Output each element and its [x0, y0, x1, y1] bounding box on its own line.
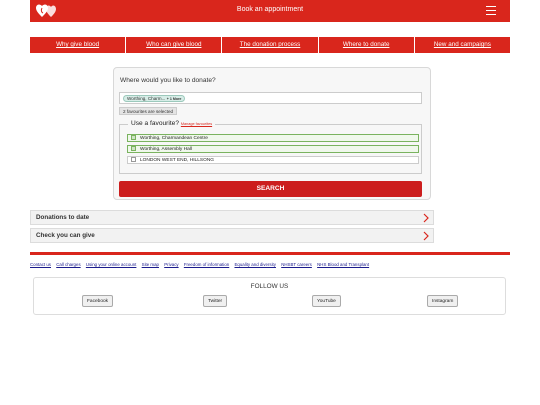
footer-link-call-charges[interactable]: Call charges: [56, 262, 80, 267]
favourites-count-badge: 2 favourites are selected: [119, 107, 178, 115]
nav-why-give-blood[interactable]: Why give blood: [30, 37, 127, 53]
footer-link-privacy[interactable]: Privacy: [164, 262, 178, 267]
page: Book an appointment Why give blood Who c…: [0, 0, 540, 405]
nav-who-can-give-blood[interactable]: Who can give blood: [126, 37, 223, 53]
accordion-check-you-can-give[interactable]: Check you can give: [30, 228, 434, 243]
favourite-item[interactable]: Worthing, Charmandean Centre: [127, 134, 419, 142]
footer-link-site-map[interactable]: Site map: [142, 262, 159, 267]
favourites-legend-label: Use a favourite?: [131, 120, 180, 127]
chevron-right-icon[interactable]: [422, 213, 430, 223]
page-title[interactable]: Book an appointment: [30, 6, 510, 13]
youtube-button[interactable]: YouTube: [312, 295, 341, 307]
footer-links: Contact us Call charges Using your onlin…: [30, 262, 510, 267]
footer-link-careers[interactable]: NHSBT careers: [281, 262, 312, 267]
search-button[interactable]: SEARCH: [119, 181, 422, 197]
nav-where-to-donate[interactable]: Where to donate: [319, 37, 415, 53]
favourites-fieldset: Use a favourite? Manage favourites Worth…: [119, 120, 422, 174]
location-question: Where would you like to donate?: [120, 77, 216, 84]
instagram-button[interactable]: Instagram: [427, 295, 459, 307]
search-card: Where would you like to donate? Worthing…: [113, 67, 431, 200]
favourites-legend: Use a favourite? Manage favourites: [128, 120, 216, 127]
favourite-item[interactable]: Worthing, Assembly Hall: [127, 145, 419, 153]
favourite-label: Worthing, Charmandean Centre: [140, 136, 208, 141]
footer-link-contact-us[interactable]: Contact us: [30, 262, 51, 267]
twitter-button[interactable]: Twitter: [203, 295, 228, 307]
manage-favourites-link[interactable]: Manage favourites: [181, 122, 212, 126]
follow-us-title: FOLLOW US: [250, 283, 289, 290]
checkbox-checked-icon[interactable]: [131, 146, 136, 151]
accordion-label: Check you can give: [36, 232, 95, 239]
favourite-label: LONDON WEST END, HILLSONG: [140, 158, 215, 163]
favourite-label: Worthing, Assembly Hall: [140, 147, 192, 152]
footer-divider: [30, 252, 510, 255]
chip-more: + 1 More: [166, 97, 182, 101]
chevron-right-icon[interactable]: [422, 231, 430, 241]
main-nav: Why give blood Who can give blood The do…: [30, 37, 510, 53]
checkbox-checked-icon[interactable]: [131, 135, 136, 140]
footer-link-equality-diversity[interactable]: Equality and diversity: [234, 262, 276, 267]
hamburger-menu-icon[interactable]: [486, 6, 496, 15]
nav-donation-process[interactable]: The donation process: [222, 37, 319, 53]
favourite-item[interactable]: LONDON WEST END, HILLSONG: [127, 156, 419, 164]
accordion-label: Donations to date: [36, 214, 90, 221]
footer-link-online-account[interactable]: Using your online account: [86, 262, 137, 267]
accordion-donations-to-date[interactable]: Donations to date: [30, 210, 434, 225]
follow-us-panel: FOLLOW US Facebook Twitter YouTube Insta…: [33, 277, 506, 315]
footer-link-freedom-of-information[interactable]: Freedom of information: [184, 262, 229, 267]
top-bar: Book an appointment: [30, 0, 510, 22]
chip-label: Worthing, Charm...: [127, 96, 166, 101]
facebook-button[interactable]: Facebook: [82, 295, 114, 307]
footer-link-nhsbt[interactable]: NHS Blood and Transplant: [317, 262, 369, 267]
selected-location-chip[interactable]: Worthing, Charm... + 1 More: [123, 95, 186, 102]
checkbox-unchecked-icon[interactable]: [131, 157, 136, 162]
nav-news-and-campaigns[interactable]: New and campaigns: [415, 37, 510, 53]
location-input[interactable]: Worthing, Charm... + 1 More: [119, 92, 422, 104]
